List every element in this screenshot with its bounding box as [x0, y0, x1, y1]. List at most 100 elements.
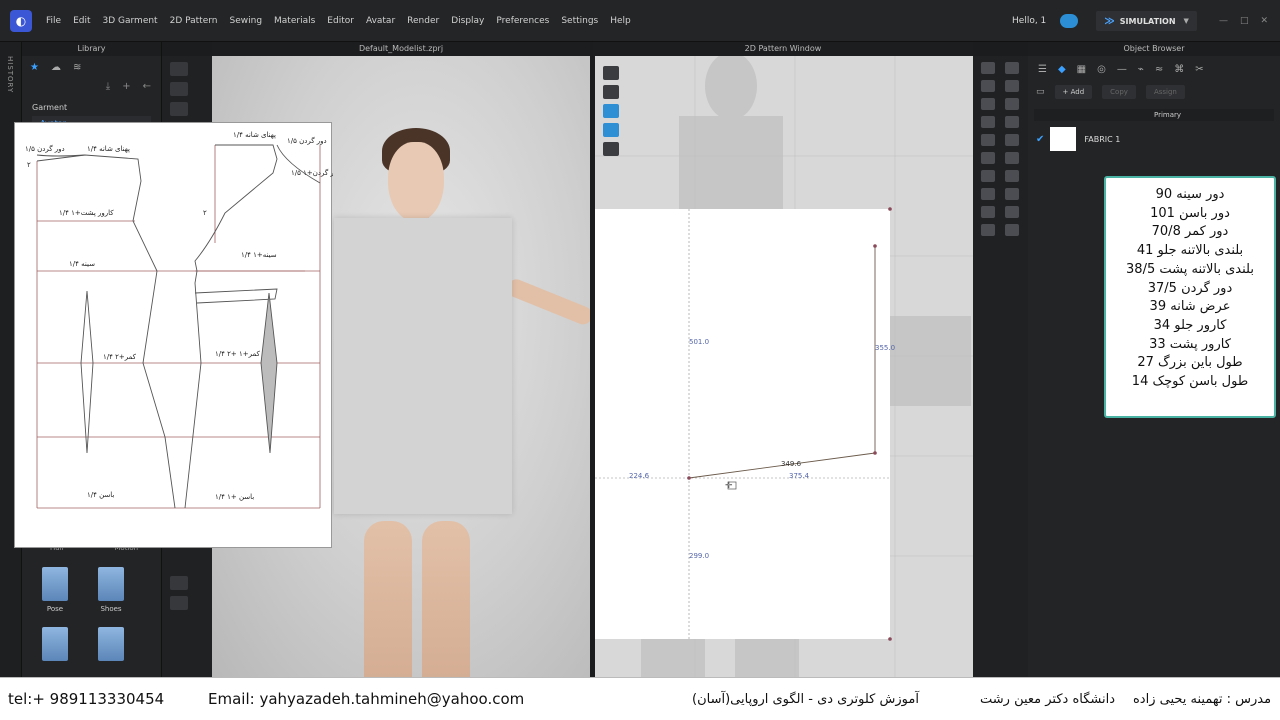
chevron-down-icon: ▼: [1183, 17, 1189, 25]
history-label: HISTORY: [6, 56, 14, 94]
measure-icon[interactable]: [1005, 224, 1019, 236]
clo-logo-icon[interactable]: ◐: [10, 9, 32, 32]
pattern-tab-icon[interactable]: ▦: [1077, 64, 1086, 75]
menu-edit[interactable]: Edit: [67, 0, 96, 42]
connect-icon[interactable]: ≋: [73, 62, 81, 73]
folder-icon[interactable]: ▭: [1036, 87, 1045, 97]
avatar-arm: [504, 276, 590, 328]
assign-button[interactable]: Assign: [1145, 85, 1185, 99]
fabric-tab-icon[interactable]: ◆: [1058, 64, 1066, 75]
simulation-mode-dropdown[interactable]: ≫ SIMULATION ▼: [1096, 11, 1197, 31]
folder-icon: [98, 627, 124, 661]
button-tab-icon[interactable]: ◎: [1097, 64, 1106, 75]
minimize-icon[interactable]: —: [1219, 16, 1228, 26]
menu-avatar[interactable]: Avatar: [360, 0, 401, 42]
maximize-icon[interactable]: □: [1240, 16, 1249, 26]
folder-pose[interactable]: Pose: [40, 567, 70, 613]
list-icon[interactable]: ☰: [1038, 64, 1047, 75]
segment-sewing-icon[interactable]: [981, 134, 995, 146]
edit-curve-icon[interactable]: [1005, 62, 1019, 74]
footer-phone: tel:+ 989113330454: [8, 690, 165, 708]
sketch-label: ۱/۴ سینه: [69, 260, 95, 268]
close-icon[interactable]: ✕: [1260, 16, 1268, 26]
select-tool-icon[interactable]: [170, 62, 188, 76]
2d-pattern-canvas: ✛ 501.0 355.0 349.6 224.6 375.4 299.0: [595, 56, 973, 677]
menu-render[interactable]: Render: [401, 0, 445, 42]
copy-button[interactable]: Copy: [1102, 85, 1136, 99]
grade-icon[interactable]: [981, 224, 995, 236]
move-tool-icon[interactable]: [170, 82, 188, 96]
menu-settings[interactable]: Settings: [555, 0, 604, 42]
dimension-label: 224.6: [629, 472, 650, 480]
back-icon[interactable]: ←: [143, 81, 151, 92]
shirt-tool-icon[interactable]: [603, 85, 619, 99]
2d-viewport[interactable]: ✛ 501.0 355.0 349.6 224.6 375.4 299.0: [595, 56, 973, 677]
pen-tool-icon[interactable]: [603, 66, 619, 80]
folder-item[interactable]: [40, 627, 70, 661]
circle-icon[interactable]: [1005, 98, 1019, 110]
fabric-list-item[interactable]: ✔ FABRIC 1: [1036, 127, 1272, 151]
menu-materials[interactable]: Materials: [268, 0, 321, 42]
edit-point-icon[interactable]: [981, 62, 995, 74]
rectangle-icon[interactable]: [1005, 80, 1019, 92]
trim-tab-icon[interactable]: ⌘: [1174, 64, 1184, 75]
favorites-star-icon[interactable]: ★: [30, 62, 39, 73]
texture-icon[interactable]: [1005, 188, 1019, 200]
object-browser-title: Object Browser: [1028, 42, 1280, 56]
cloud-icon[interactable]: [1060, 14, 1079, 28]
add-button[interactable]: + Add: [1054, 85, 1093, 99]
menu-display[interactable]: Display: [445, 0, 490, 42]
layer-tool-icon[interactable]: [603, 123, 619, 137]
annotation-icon[interactable]: [1005, 206, 1019, 218]
polygon-icon[interactable]: [981, 98, 995, 110]
measurement-line: دور سینه 90: [1155, 187, 1225, 202]
sketch-label: ۱/۴ کمر+۲: [103, 353, 137, 361]
view-tool-icon[interactable]: [170, 596, 188, 610]
folder-item[interactable]: [96, 627, 126, 661]
menu-2d-pattern[interactable]: 2D Pattern: [164, 0, 224, 42]
folder-icon: [98, 567, 124, 601]
add-icon[interactable]: +: [122, 81, 130, 92]
fabric-3d-panel[interactable]: [334, 218, 512, 514]
line-tab-icon[interactable]: —: [1117, 64, 1127, 75]
pattern-piece[interactable]: [595, 209, 890, 639]
zipper-tab-icon[interactable]: ≈: [1155, 64, 1163, 75]
sketch-label: ۱/۵ دور گردن+۱: [291, 168, 333, 177]
dart-icon[interactable]: [1005, 116, 1019, 128]
button-icon[interactable]: [981, 170, 995, 182]
transform-tool-icon[interactable]: [170, 102, 188, 116]
check-icon[interactable]: ✔: [1036, 134, 1044, 145]
sketch-label: ۲: [27, 161, 31, 169]
topstitch-icon[interactable]: [981, 188, 995, 200]
text-icon[interactable]: [981, 206, 995, 218]
footer-teacher: مدرس : تهمینه یحیی زاده: [1133, 691, 1272, 707]
footer-course: آموزش کلوتری دی - الگوی اروپایی(آسان): [692, 691, 919, 707]
sketch-label: ۱/۴ کارور پشت+۱: [59, 209, 114, 217]
internal-line-icon[interactable]: [981, 116, 995, 128]
app-window: ◐ File Edit 3D Garment 2D Pattern Sewing…: [0, 0, 1280, 720]
menu-file[interactable]: File: [40, 0, 67, 42]
tree-item-garment[interactable]: Garment: [32, 100, 151, 116]
zipper-icon[interactable]: [1005, 170, 1019, 182]
measurement-line: دور باسن 101: [1150, 205, 1230, 221]
user-greeting[interactable]: Hello, 1: [1012, 16, 1046, 26]
cloud-library-icon[interactable]: ☁: [51, 62, 61, 73]
menu-preferences[interactable]: Preferences: [490, 0, 555, 42]
view-tool-icon[interactable]: [170, 576, 188, 590]
download-icon[interactable]: ⤓: [106, 81, 110, 92]
menu-3d-garment[interactable]: 3D Garment: [97, 0, 164, 42]
menu-help[interactable]: Help: [604, 0, 637, 42]
grid-tool-icon[interactable]: [603, 142, 619, 156]
sewing-tab-icon[interactable]: ✂: [1195, 64, 1203, 75]
free-sewing-icon[interactable]: [1005, 134, 1019, 146]
info-tool-icon[interactable]: [603, 104, 619, 118]
transform-icon[interactable]: [981, 80, 995, 92]
fold-icon[interactable]: [1005, 152, 1019, 164]
menu-sewing[interactable]: Sewing: [224, 0, 269, 42]
folder-shoes[interactable]: Shoes: [96, 567, 126, 613]
menu-editor[interactable]: Editor: [321, 0, 360, 42]
pin-icon[interactable]: [981, 152, 995, 164]
primary-group-row[interactable]: Primary: [1034, 109, 1274, 121]
fabric-name: FABRIC 1: [1084, 134, 1121, 144]
stitch-tab-icon[interactable]: ⌁: [1138, 64, 1144, 75]
